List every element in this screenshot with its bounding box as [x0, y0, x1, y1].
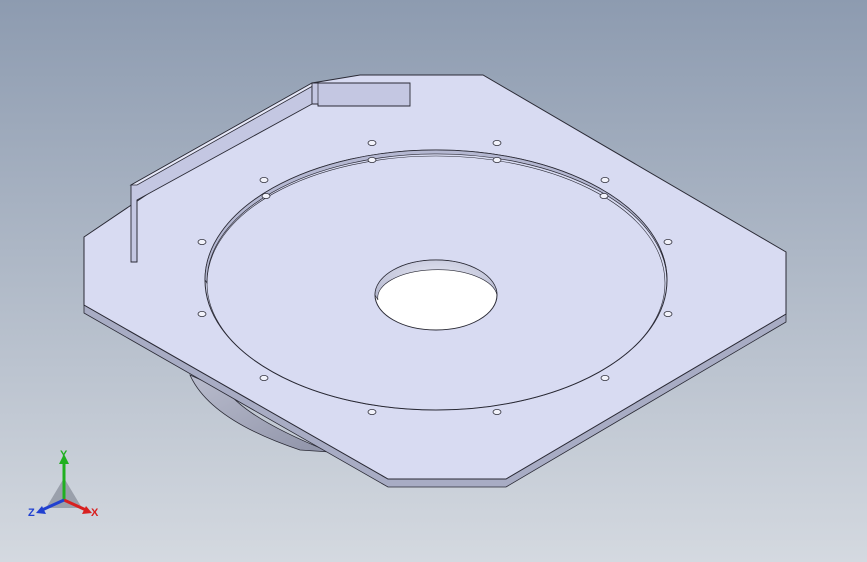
bolt-hole	[367, 156, 377, 163]
bolt-hole	[492, 408, 502, 415]
bolt-hole	[367, 408, 377, 415]
bolt-hole	[197, 310, 207, 317]
center-hole[interactable]	[374, 259, 498, 331]
bolt-hole	[259, 374, 269, 381]
bolt-hole	[492, 156, 502, 163]
triad-x-label: X	[91, 507, 99, 519]
bolt-hole	[367, 139, 377, 146]
triad-y-label: Y	[60, 449, 68, 461]
bolt-hole	[259, 176, 269, 183]
view-orientation-triad[interactable]: Y X Z	[24, 448, 104, 524]
bolt-hole	[600, 374, 610, 381]
bolt-hole	[663, 238, 673, 245]
flange-tab	[311, 82, 411, 107]
bolt-hole	[663, 310, 673, 317]
model-view[interactable]	[0, 0, 867, 562]
bolt-hole	[261, 192, 271, 199]
graphics-viewport[interactable]: Y X Z	[0, 0, 867, 562]
bolt-hole	[600, 176, 610, 183]
bolt-hole	[492, 139, 502, 146]
bolt-hole	[197, 238, 207, 245]
bolt-hole	[599, 192, 609, 199]
triad-z-label: Z	[28, 507, 35, 519]
